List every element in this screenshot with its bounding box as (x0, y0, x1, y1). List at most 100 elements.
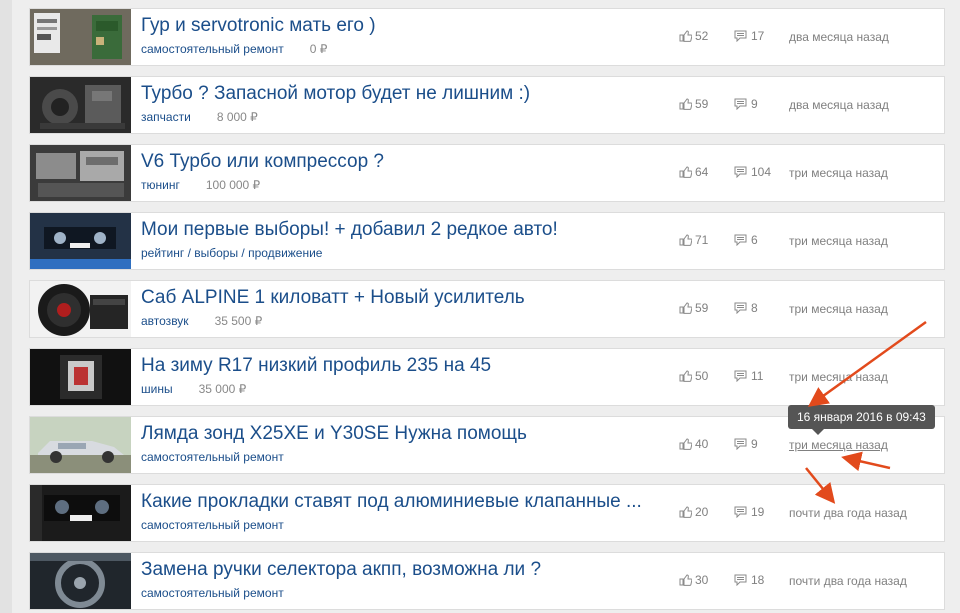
likes-counter[interactable]: 52 (679, 29, 708, 43)
post-item[interactable]: Какие прокладки ставят под алюминиевые к… (29, 484, 945, 542)
post-thumbnail[interactable] (30, 485, 131, 541)
post-item[interactable]: Саб ALPINE 1 киловатт + Новый усилитель … (29, 280, 945, 338)
post-category[interactable]: шины (141, 382, 173, 396)
comments-count: 104 (751, 165, 772, 179)
likes-count: 52 (695, 29, 709, 43)
post-title[interactable]: Гур и servotronic мать его ) (141, 15, 376, 37)
post-title[interactable]: Саб ALPINE 1 киловатт + Новый усилитель (141, 287, 525, 309)
post-meta: автозвук 35 500 ₽ (141, 314, 262, 328)
post-item[interactable]: V6 Турбо или компрессор ? тюнинг 100 000 … (29, 144, 945, 202)
post-time[interactable]: три месяца назад (789, 234, 888, 248)
likes-counter[interactable]: 64 (679, 165, 708, 179)
comments-count: 9 (751, 97, 758, 111)
likes-count: 71 (695, 233, 709, 247)
post-time[interactable]: три месяца назад (789, 438, 888, 452)
comments-count: 17 (751, 29, 765, 43)
comments-count: 11 (751, 369, 764, 383)
thumbs-up-icon (679, 370, 692, 382)
post-thumbnail[interactable] (30, 145, 131, 201)
comment-icon (734, 506, 747, 518)
likes-counter[interactable]: 59 (679, 301, 708, 315)
post-title[interactable]: Замена ручки селектора акпп, возможна ли… (141, 559, 541, 581)
thumbs-up-icon (679, 30, 692, 42)
likes-count: 20 (695, 505, 709, 519)
likes-counter[interactable]: 59 (679, 97, 708, 111)
post-time[interactable]: три месяца назад (789, 370, 888, 384)
comments-counter[interactable]: 19 (734, 505, 764, 519)
comments-counter[interactable]: 9 (734, 437, 758, 451)
thumbs-up-icon (679, 506, 692, 518)
comment-icon (734, 438, 747, 450)
comments-count: 18 (751, 573, 765, 587)
post-thumbnail[interactable] (30, 77, 131, 133)
comments-counter[interactable]: 11 (734, 369, 763, 383)
post-item[interactable]: Турбо ? Запасной мотор будет не лишним :… (29, 76, 945, 134)
post-title[interactable]: Какие прокладки ставят под алюминиевые к… (141, 491, 642, 513)
comments-count: 6 (751, 233, 758, 247)
post-time[interactable]: два месяца назад (789, 30, 889, 44)
post-category[interactable]: рейтинг / выборы / продвижение (141, 246, 322, 260)
post-title[interactable]: На зиму R17 низкий профиль 235 на 45 (141, 355, 491, 377)
post-time[interactable]: почти два года назад (789, 506, 907, 520)
post-thumbnail[interactable] (30, 553, 131, 609)
thumbs-up-icon (679, 98, 692, 110)
post-category[interactable]: тюнинг (141, 178, 180, 192)
post-time[interactable]: почти два года назад (789, 574, 907, 588)
post-item[interactable]: Мои первые выборы! + добавил 2 редкое ав… (29, 212, 945, 270)
comments-count: 9 (751, 437, 758, 451)
likes-counter[interactable]: 40 (679, 437, 708, 451)
post-category[interactable]: самостоятельный ремонт (141, 518, 284, 532)
post-category[interactable]: самостоятельный ремонт (141, 42, 284, 56)
post-time[interactable]: три месяца назад (789, 166, 888, 180)
comments-count: 19 (751, 505, 765, 519)
comments-counter[interactable]: 6 (734, 233, 758, 247)
comments-counter[interactable]: 9 (734, 97, 758, 111)
likes-count: 30 (695, 573, 709, 587)
post-price: 0 ₽ (309, 42, 328, 56)
post-thumbnail[interactable] (30, 281, 131, 337)
likes-counter[interactable]: 50 (679, 369, 708, 383)
post-meta: самостоятельный ремонт (141, 586, 284, 600)
post-category[interactable]: самостоятельный ремонт (141, 450, 284, 464)
comments-counter[interactable]: 104 (734, 165, 771, 179)
post-feed: Гур и servotronic мать его ) самостоятел… (29, 8, 945, 613)
post-thumbnail[interactable] (30, 9, 131, 65)
comment-icon (734, 98, 747, 110)
post-category[interactable]: запчасти (141, 110, 191, 124)
thumbs-up-icon (679, 438, 692, 450)
comments-counter[interactable]: 17 (734, 29, 764, 43)
post-meta: самостоятельный ремонт 0 ₽ (141, 42, 327, 56)
likes-counter[interactable]: 30 (679, 573, 708, 587)
post-meta: шины 35 000 ₽ (141, 382, 246, 396)
page-left-edge (0, 0, 12, 613)
post-price: 8 000 ₽ (216, 110, 258, 124)
post-item[interactable]: Замена ручки селектора акпп, возможна ли… (29, 552, 945, 610)
post-meta: самостоятельный ремонт (141, 518, 284, 532)
post-thumbnail[interactable] (30, 349, 131, 405)
post-item[interactable]: Гур и servotronic мать его ) самостоятел… (29, 8, 945, 66)
post-meta: тюнинг 100 000 ₽ (141, 178, 260, 192)
post-meta: запчасти 8 000 ₽ (141, 110, 258, 124)
post-time[interactable]: два месяца назад (789, 98, 889, 112)
comment-icon (734, 30, 747, 42)
post-category[interactable]: самостоятельный ремонт (141, 586, 284, 600)
likes-count: 59 (695, 97, 709, 111)
post-title[interactable]: Мои первые выборы! + добавил 2 редкое ав… (141, 219, 558, 241)
likes-counter[interactable]: 71 (679, 233, 708, 247)
post-thumbnail[interactable] (30, 417, 131, 473)
post-meta: самостоятельный ремонт (141, 450, 284, 464)
likes-counter[interactable]: 20 (679, 505, 708, 519)
thumbs-up-icon (679, 302, 692, 314)
comments-counter[interactable]: 18 (734, 573, 764, 587)
post-title[interactable]: V6 Турбо или компрессор ? (141, 151, 384, 173)
comments-counter[interactable]: 8 (734, 301, 758, 315)
post-item[interactable]: На зиму R17 низкий профиль 235 на 45 шин… (29, 348, 945, 406)
post-title[interactable]: Турбо ? Запасной мотор будет не лишним :… (141, 83, 530, 105)
post-time[interactable]: три месяца назад (789, 302, 888, 316)
post-thumbnail[interactable] (30, 213, 131, 269)
post-category[interactable]: автозвук (141, 314, 189, 328)
post-title[interactable]: Лямда зонд X25XE и Y30SE Нужна помощь (141, 423, 527, 445)
thumbs-up-icon (679, 234, 692, 246)
thumbs-up-icon (679, 574, 692, 586)
date-tooltip: 16 января 2016 в 09:43 (788, 405, 935, 435)
